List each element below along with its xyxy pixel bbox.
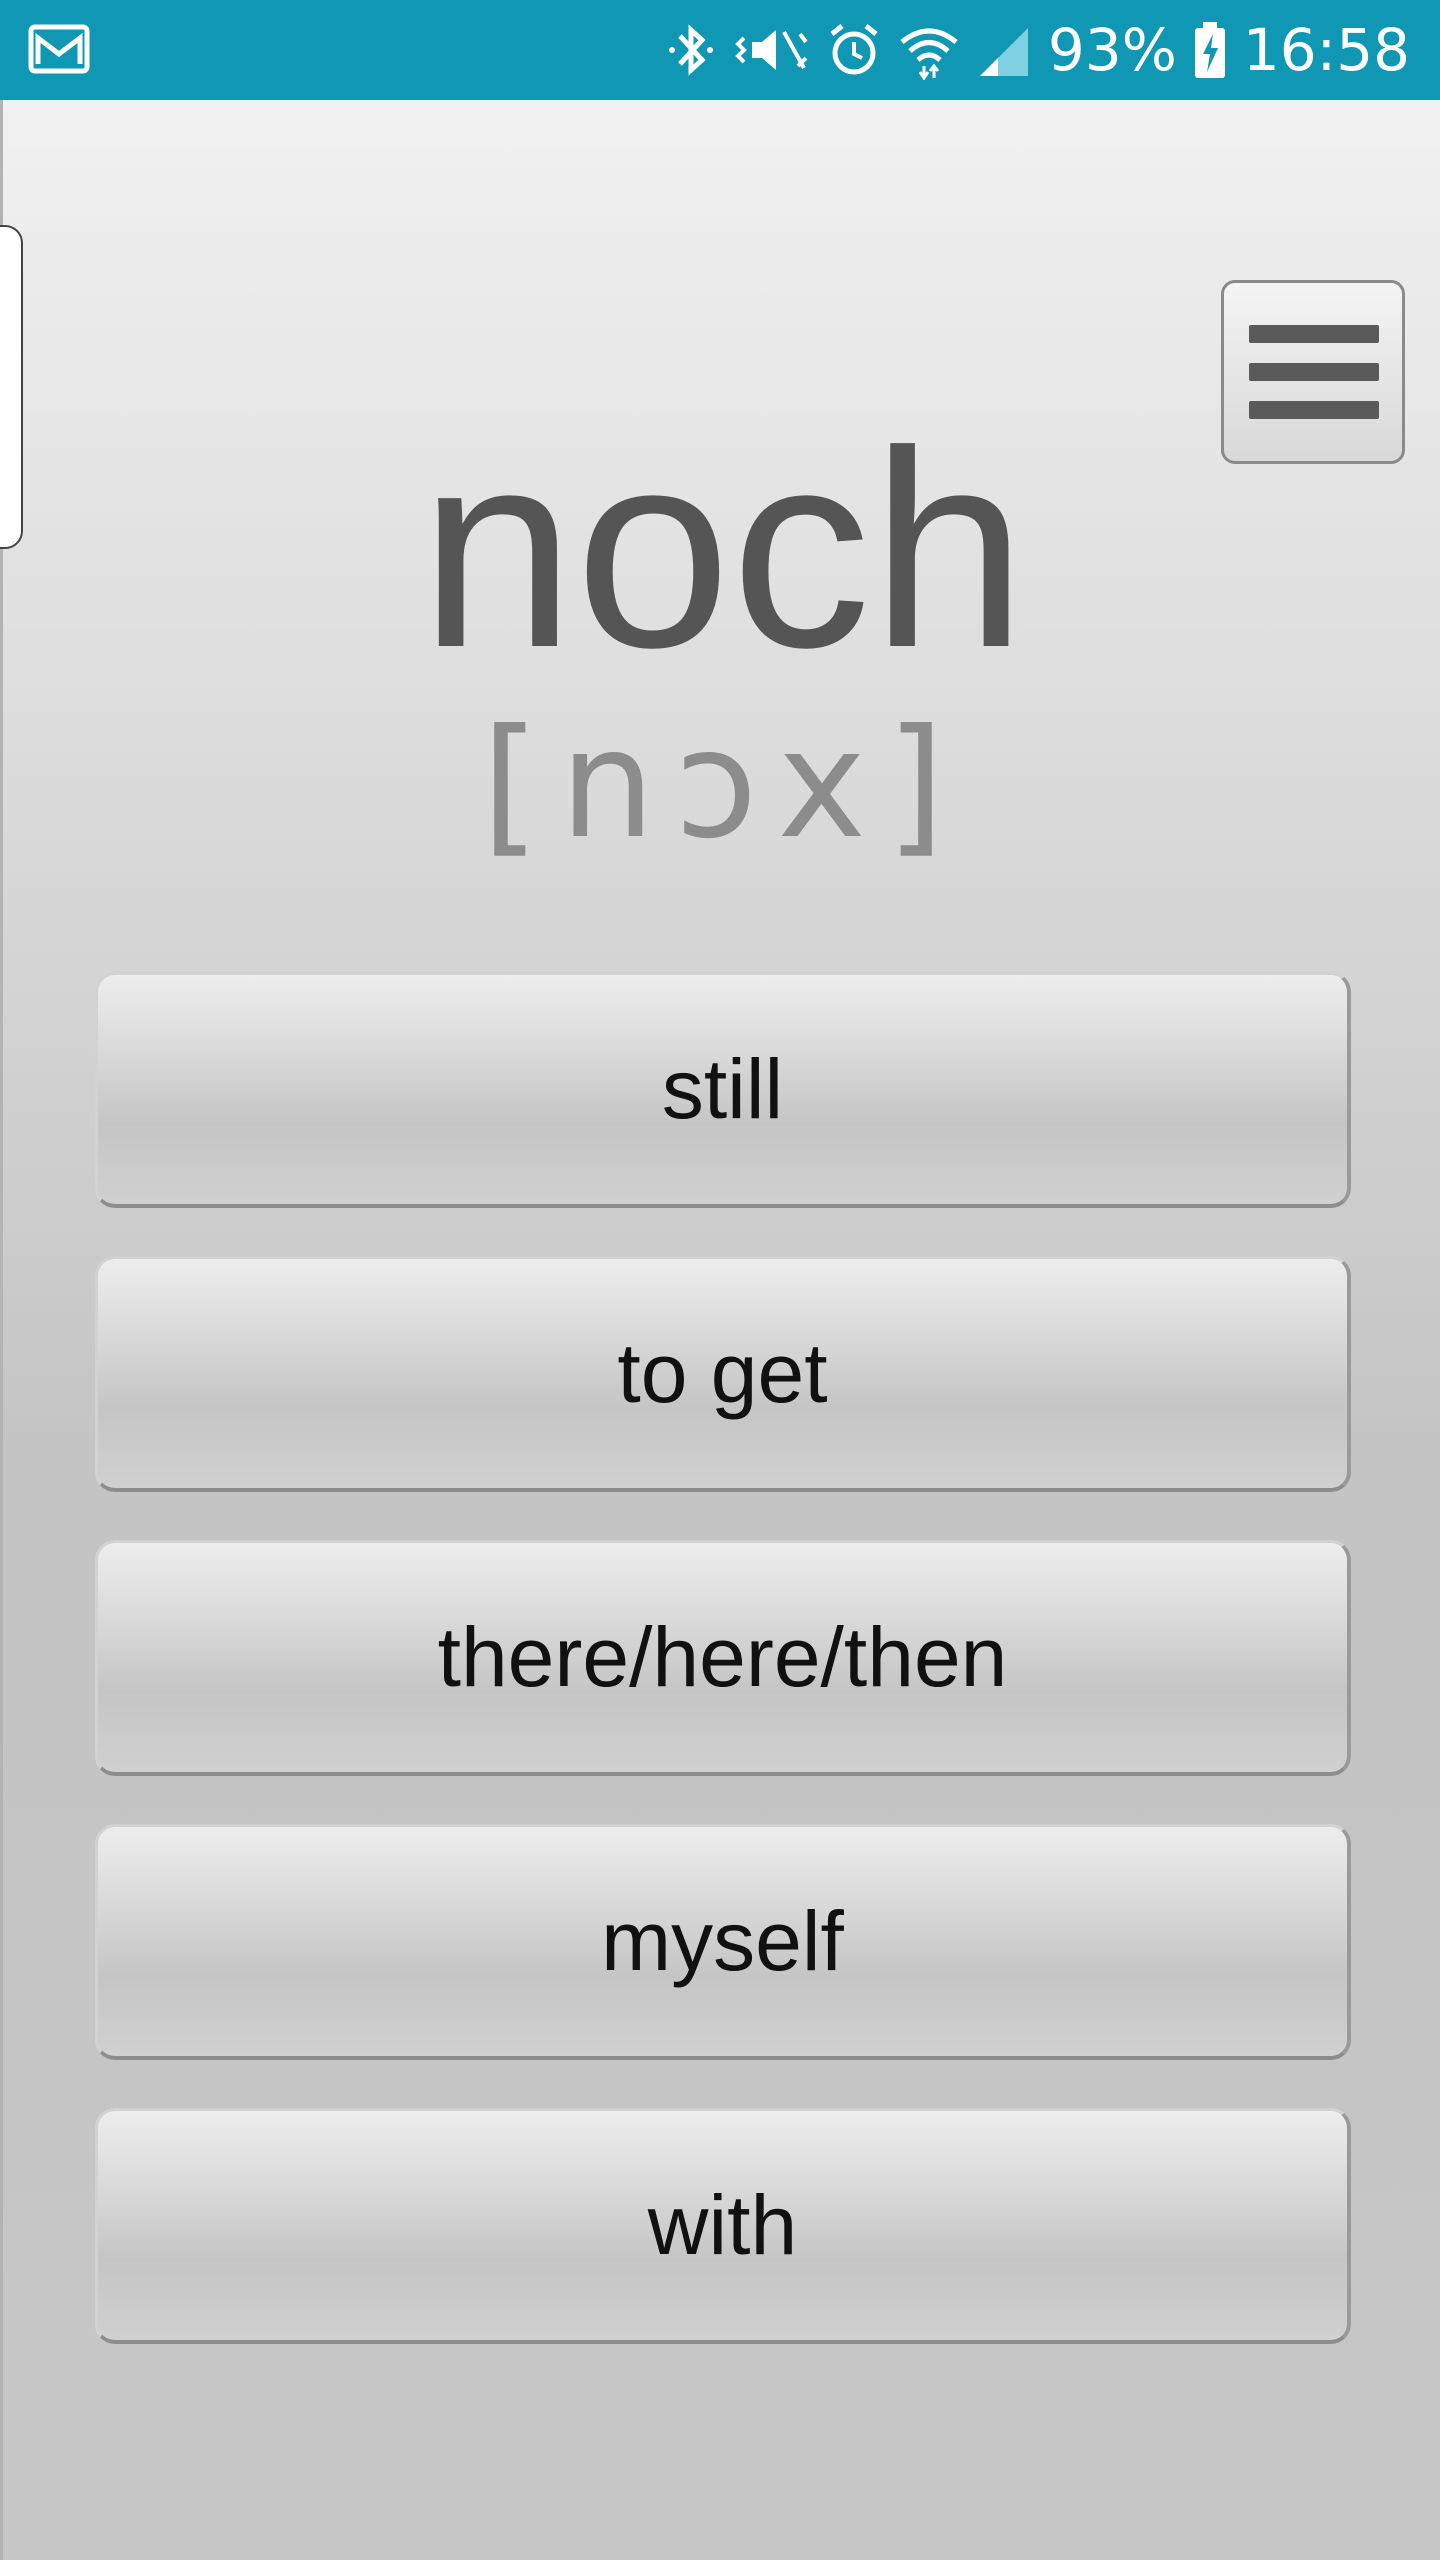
flashcard-screen: noch [nɔx] still to get there/here/then … (0, 100, 1440, 2560)
mail-notification-icon (28, 24, 90, 74)
bluetooth-icon (668, 24, 713, 76)
battery-charging-icon (1194, 22, 1225, 78)
cell-signal-icon (979, 28, 1028, 76)
wifi-icon (900, 28, 958, 80)
pronunciation-text: [nɔx] (481, 698, 965, 872)
status-icons: 93% 16:58 (664, 0, 1410, 100)
answer-options: still to get there/here/then myself with (95, 972, 1351, 2392)
answer-button-still[interactable]: still (95, 972, 1351, 1208)
alarm-icon (830, 24, 878, 75)
vocabulary-word: noch (419, 394, 1027, 706)
battery-percent: 93% (1047, 16, 1177, 84)
vibrate-mute-icon (735, 30, 808, 70)
answer-button-myself[interactable]: myself (95, 1824, 1351, 2060)
answer-button-to-get[interactable]: to get (95, 1256, 1351, 1492)
status-bar: 93% 16:58 (0, 0, 1440, 100)
answer-button-with[interactable]: with (95, 2108, 1351, 2344)
clock: 16:58 (1242, 16, 1410, 84)
answer-button-there-here-then[interactable]: there/here/then (95, 1540, 1351, 1776)
